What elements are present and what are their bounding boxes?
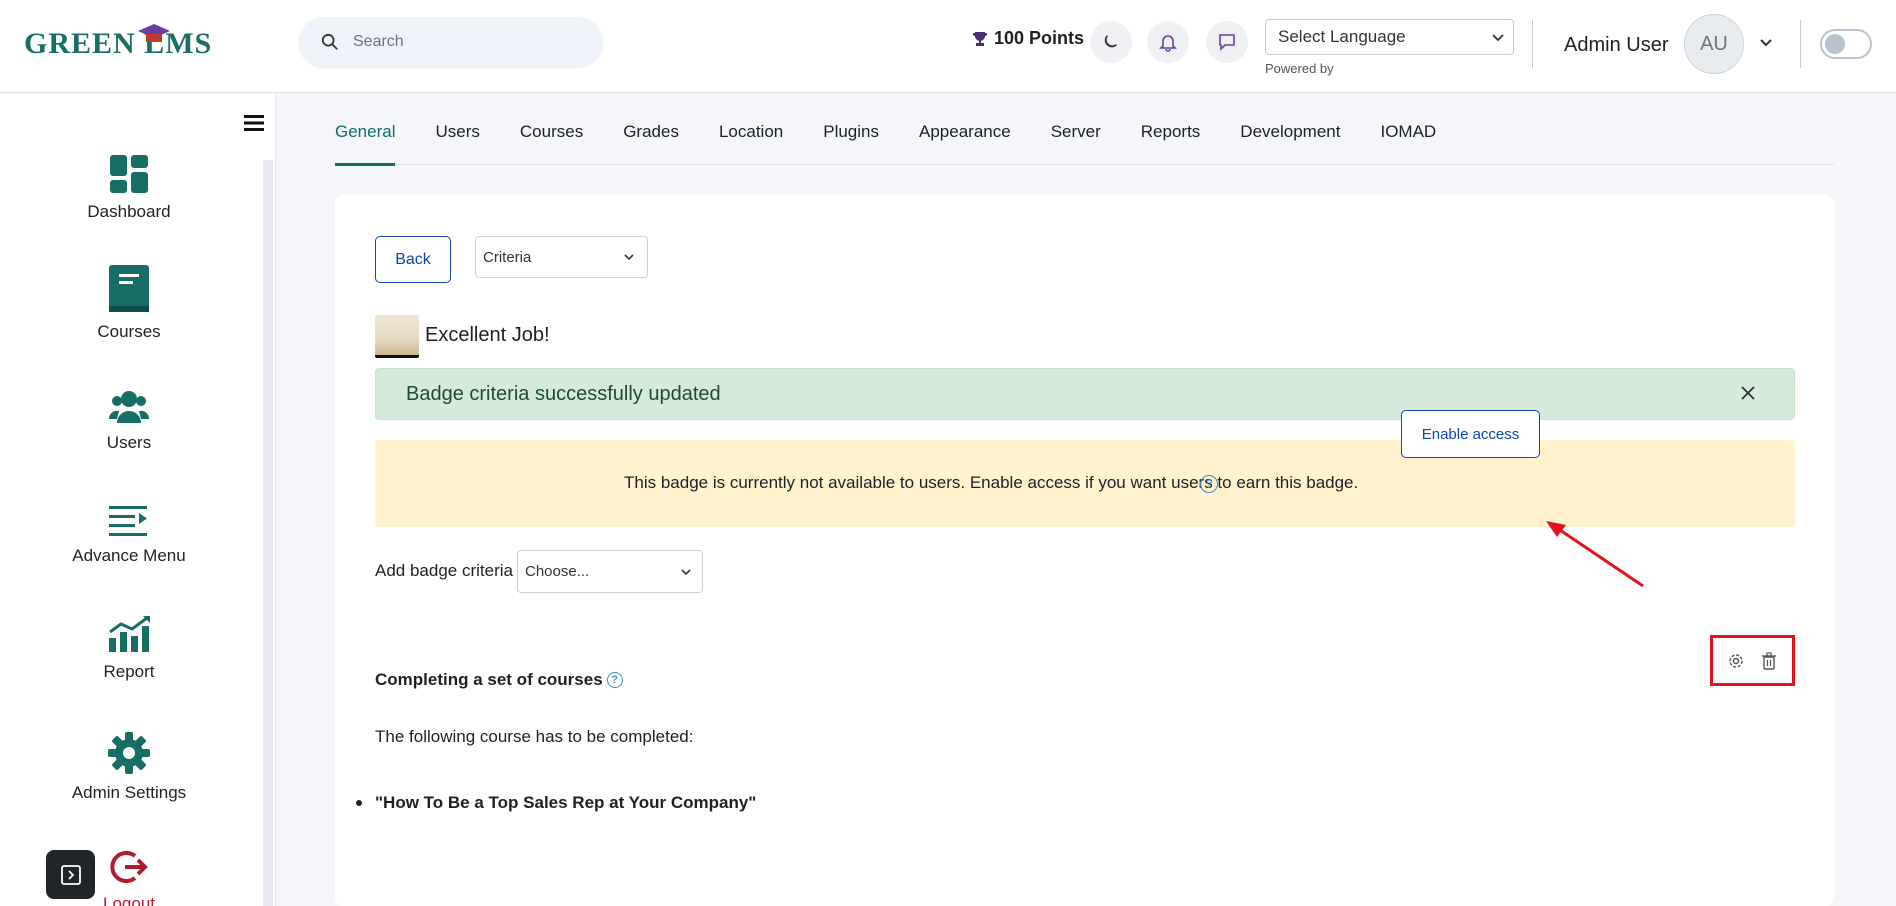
chevron-down-icon	[1492, 34, 1504, 42]
language-selector: Select Language Powered by	[1265, 19, 1514, 76]
top-header: GREEN LMS 100 Points Select Language Pow…	[0, 0, 1896, 93]
help-icon[interactable]: ?	[606, 672, 623, 688]
sidebar-item-dashboard[interactable]: Dashboard	[0, 154, 258, 222]
language-label: Select Language	[1278, 27, 1406, 46]
search-input[interactable]	[353, 33, 573, 51]
sidebar-item-label: Report	[103, 662, 155, 681]
logo[interactable]: GREEN LMS	[24, 24, 212, 64]
criteria-description: The following course has to be completed…	[375, 727, 694, 746]
close-icon[interactable]	[1740, 385, 1756, 401]
sidebar-item-label: Users	[106, 433, 152, 452]
chat-icon	[1219, 34, 1235, 51]
sidebar-scrollbar[interactable]	[263, 160, 273, 906]
add-criteria-select-value: Choose...	[525, 563, 590, 580]
sidebar-item-label: Dashboard	[87, 202, 171, 221]
criteria-actions-highlight	[1710, 635, 1795, 686]
badge-image	[375, 315, 419, 358]
chevron-down-icon[interactable]	[1758, 34, 1774, 50]
sidebar-item-users[interactable]: Users	[0, 389, 258, 453]
back-button[interactable]: Back	[375, 236, 451, 283]
trophy-icon	[973, 31, 987, 46]
success-message: Badge criteria successfully updated	[406, 382, 721, 405]
tab-location[interactable]: Location	[719, 104, 783, 165]
divider	[1800, 20, 1801, 68]
messages-button[interactable]	[1206, 21, 1248, 63]
users-icon	[109, 391, 149, 423]
logo-text: GREEN LMS	[24, 27, 213, 60]
logout-icon	[110, 851, 148, 883]
tab-development[interactable]: Development	[1240, 104, 1340, 165]
add-criteria-select[interactable]: Choose...	[517, 550, 703, 593]
graduation-cap-icon	[138, 24, 170, 42]
list-icon	[109, 506, 147, 536]
bullet	[356, 800, 362, 806]
search-icon	[321, 33, 338, 50]
help-icon[interactable]: ?	[1200, 475, 1218, 493]
annotation-arrow-icon	[1546, 521, 1644, 588]
sidebar-item-label: Logout	[103, 894, 155, 906]
points-display[interactable]: 100 Points	[972, 28, 1084, 49]
sidebar-item-label: Admin Settings	[71, 783, 187, 802]
search-bar[interactable]	[299, 17, 603, 67]
chevron-down-icon	[624, 254, 634, 261]
user-name[interactable]: Admin User	[1564, 34, 1668, 57]
points-label: 100 Points	[994, 28, 1085, 48]
language-select[interactable]: Select Language	[1265, 19, 1514, 55]
tab-reports[interactable]: Reports	[1141, 104, 1201, 165]
tab-server[interactable]: Server	[1051, 104, 1101, 165]
theme-toggle[interactable]	[1820, 29, 1872, 59]
sidebar-item-label: Advance Menu	[72, 546, 186, 565]
sidebar-item-admin-settings[interactable]: Admin Settings	[0, 731, 258, 803]
sidebar-item-report[interactable]: Report	[0, 616, 258, 682]
chart-icon	[109, 616, 150, 652]
settings-icon[interactable]	[1727, 652, 1745, 670]
success-alert: Badge criteria successfully updated	[375, 368, 1795, 420]
criteria-title-text: Completing a set of courses	[375, 670, 603, 689]
list-item: "How To Be a Top Sales Rep at Your Compa…	[356, 793, 756, 813]
tab-appearance[interactable]: Appearance	[919, 104, 1011, 165]
warning-message: This badge is currently not available to…	[624, 473, 1359, 492]
dark-mode-button[interactable]	[1090, 21, 1132, 63]
view-select[interactable]: Criteria	[475, 236, 648, 278]
tab-courses[interactable]: Courses	[520, 104, 583, 165]
admin-tabs: General Users Courses Grades Location Pl…	[335, 104, 1834, 166]
divider	[1532, 20, 1533, 68]
tab-general[interactable]: General	[335, 104, 396, 166]
drawer-toggle-button[interactable]	[46, 850, 95, 899]
chevron-down-icon	[681, 568, 691, 575]
view-select-value: Criteria	[483, 248, 532, 266]
course-name[interactable]: "How To Be a Top Sales Rep at Your Compa…	[375, 793, 756, 813]
sidebar-item-advance-menu[interactable]: Advance Menu	[0, 504, 258, 566]
sidebar-item-logout[interactable]: Logout	[0, 848, 258, 906]
sidebar-expand-icon	[60, 864, 81, 885]
dashboard-icon	[110, 155, 148, 193]
book-icon	[109, 265, 149, 312]
notifications-button[interactable]	[1147, 21, 1189, 63]
powered-by-text: Powered by	[1265, 61, 1334, 76]
trash-icon[interactable]	[1760, 651, 1778, 670]
warning-alert: This badge is currently not available to…	[375, 440, 1795, 527]
moon-icon	[1104, 35, 1117, 48]
add-criteria-label: Add badge criteria	[375, 561, 513, 580]
sidebar-item-label: Courses	[97, 322, 161, 341]
gear-icon	[108, 732, 150, 774]
sidebar-item-courses[interactable]: Courses	[0, 264, 258, 342]
criteria-title: Completing a set of courses ?	[375, 670, 623, 690]
hamburger-menu-icon[interactable]	[244, 114, 264, 132]
avatar[interactable]: AU	[1684, 14, 1744, 74]
bell-icon	[1159, 35, 1177, 52]
enable-access-button[interactable]: Enable access	[1401, 410, 1540, 458]
tab-iomad[interactable]: IOMAD	[1380, 104, 1436, 165]
sidebar: Dashboard Courses Users Advance Menu Rep…	[0, 94, 276, 906]
tab-users[interactable]: Users	[435, 104, 479, 165]
tab-grades[interactable]: Grades	[623, 104, 679, 165]
tab-plugins[interactable]: Plugins	[823, 104, 879, 165]
badge-name: Excellent Job!	[425, 324, 550, 346]
